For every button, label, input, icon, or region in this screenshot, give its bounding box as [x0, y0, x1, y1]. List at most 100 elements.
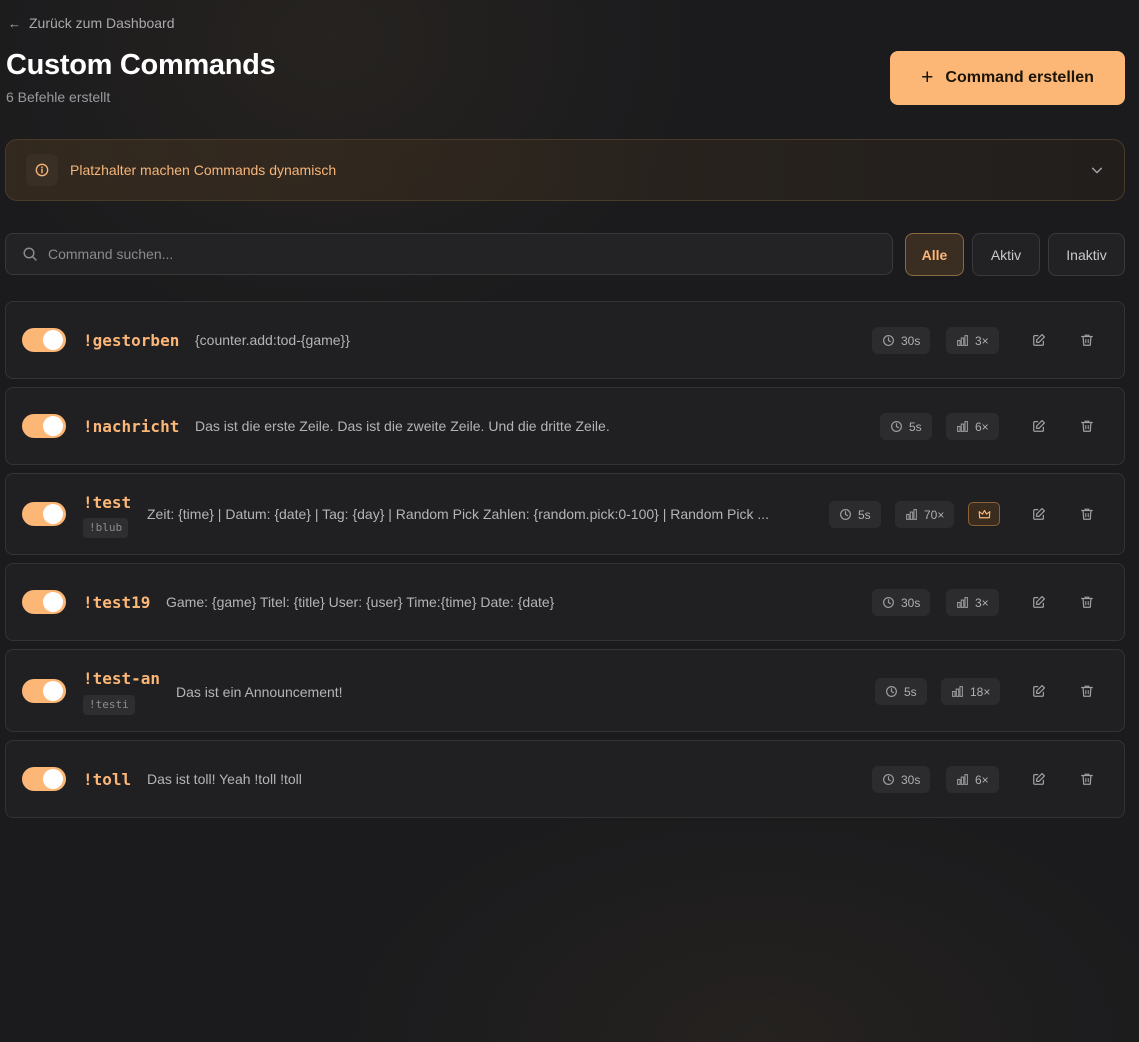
info-label: Platzhalter machen Commands dynamisch: [70, 162, 337, 178]
command-toggle[interactable]: [22, 414, 66, 438]
info-icon: [26, 154, 58, 186]
command-toggle[interactable]: [22, 679, 66, 703]
clock-icon: [839, 508, 852, 521]
trash-icon: [1080, 419, 1094, 433]
placeholder-info-accordion[interactable]: Platzhalter machen Commands dynamisch: [5, 139, 1125, 201]
clock-icon: [882, 334, 895, 347]
command-alias: !testi: [83, 695, 135, 715]
usage-badge: 3×: [946, 327, 999, 354]
create-command-button[interactable]: + Command erstellen: [890, 51, 1125, 105]
command-response: Das ist toll! Yeah !toll !toll: [147, 771, 302, 787]
command-name: !nachricht: [83, 417, 180, 436]
search-icon: [22, 246, 38, 262]
toggle-knob: [43, 416, 63, 436]
edit-button[interactable]: [1025, 500, 1053, 528]
back-link[interactable]: ← Zurück zum Dashboard: [8, 14, 175, 32]
cooldown-badge: 30s: [872, 589, 931, 616]
cooldown-value: 5s: [909, 419, 922, 434]
command-response: Zeit: {time} | Datum: {date} | Tag: {day…: [147, 506, 770, 522]
page-title: Custom Commands: [6, 49, 276, 81]
bar-chart-icon: [956, 596, 969, 609]
toggle-knob: [43, 330, 63, 350]
usage-value: 3×: [975, 333, 989, 348]
delete-button[interactable]: [1073, 412, 1101, 440]
trash-icon: [1080, 595, 1094, 609]
command-name: !test: [83, 493, 132, 512]
cooldown-badge: 5s: [829, 501, 881, 528]
command-response: Das ist die erste Zeile. Das ist die zwe…: [195, 418, 610, 434]
trash-icon: [1080, 684, 1094, 698]
bar-chart-icon: [956, 420, 969, 433]
edit-icon: [1032, 595, 1046, 609]
usage-value: 3×: [975, 595, 989, 610]
edit-button[interactable]: [1025, 765, 1053, 793]
usage-badge: 3×: [946, 589, 999, 616]
command-response: Das ist ein Announcement!: [176, 684, 343, 700]
delete-button[interactable]: [1073, 326, 1101, 354]
back-link-label: Zurück zum Dashboard: [29, 15, 175, 31]
usage-badge: 6×: [946, 413, 999, 440]
trash-icon: [1080, 333, 1094, 347]
cooldown-value: 30s: [901, 333, 921, 348]
command-row: !nachricht Das ist die erste Zeile. Das …: [5, 387, 1125, 465]
delete-button[interactable]: [1073, 765, 1101, 793]
search-input[interactable]: [48, 246, 848, 262]
usage-badge: 18×: [941, 678, 1001, 705]
command-toggle[interactable]: [22, 502, 66, 526]
command-response: {counter.add:tod-{game}}: [195, 332, 350, 348]
edit-icon: [1032, 333, 1046, 347]
trash-icon: [1080, 507, 1094, 521]
usage-value: 70×: [924, 507, 945, 522]
command-row: !test-an !testi Das ist ein Announcement…: [5, 649, 1125, 732]
cooldown-badge: 30s: [872, 766, 931, 793]
toggle-knob: [43, 592, 63, 612]
bar-chart-icon: [951, 685, 964, 698]
crown-icon: [978, 508, 991, 521]
toggle-knob: [43, 769, 63, 789]
usage-value: 6×: [975, 419, 989, 434]
command-count: 6 Befehle erstellt: [6, 89, 111, 105]
edit-button[interactable]: [1025, 412, 1053, 440]
cooldown-badge: 5s: [875, 678, 927, 705]
create-command-label: Command erstellen: [945, 69, 1094, 86]
command-row: !test19 Game: {game} Titel: {title} User…: [5, 563, 1125, 641]
edit-button[interactable]: [1025, 326, 1053, 354]
bar-chart-icon: [956, 334, 969, 347]
cooldown-badge: 30s: [872, 327, 931, 354]
command-response: Game: {game} Titel: {title} User: {user}…: [166, 594, 555, 610]
delete-button[interactable]: [1073, 500, 1101, 528]
clock-icon: [882, 596, 895, 609]
plus-icon: +: [921, 65, 934, 89]
bar-chart-icon: [956, 773, 969, 786]
cooldown-value: 5s: [904, 684, 917, 699]
edit-button[interactable]: [1025, 677, 1053, 705]
usage-badge: 6×: [946, 766, 999, 793]
delete-button[interactable]: [1073, 677, 1101, 705]
clock-icon: [890, 420, 903, 433]
command-row: !test !blub Zeit: {time} | Datum: {date}…: [5, 473, 1125, 555]
command-row: !toll Das ist toll! Yeah !toll !toll 30s…: [5, 740, 1125, 818]
filter-inactive-button[interactable]: Inaktiv: [1048, 233, 1125, 276]
search-box: [5, 233, 893, 275]
cooldown-value: 30s: [901, 772, 921, 787]
edit-icon: [1032, 772, 1046, 786]
trash-icon: [1080, 772, 1094, 786]
usage-badge: 70×: [895, 501, 955, 528]
command-toggle[interactable]: [22, 767, 66, 791]
usage-value: 18×: [970, 684, 991, 699]
filter-all-button[interactable]: Alle: [905, 233, 964, 276]
edit-button[interactable]: [1025, 588, 1053, 616]
command-toggle[interactable]: [22, 590, 66, 614]
toggle-knob: [43, 504, 63, 524]
edit-icon: [1032, 684, 1046, 698]
command-name: !gestorben: [83, 331, 180, 350]
cooldown-value: 30s: [901, 595, 921, 610]
filter-active-button[interactable]: Aktiv: [972, 233, 1040, 276]
cooldown-value: 5s: [858, 507, 871, 522]
command-name: !test19: [83, 593, 151, 612]
delete-button[interactable]: [1073, 588, 1101, 616]
arrow-left-icon: ←: [8, 15, 21, 31]
chevron-down-icon: [1090, 163, 1104, 177]
command-toggle[interactable]: [22, 328, 66, 352]
bar-chart-icon: [905, 508, 918, 521]
